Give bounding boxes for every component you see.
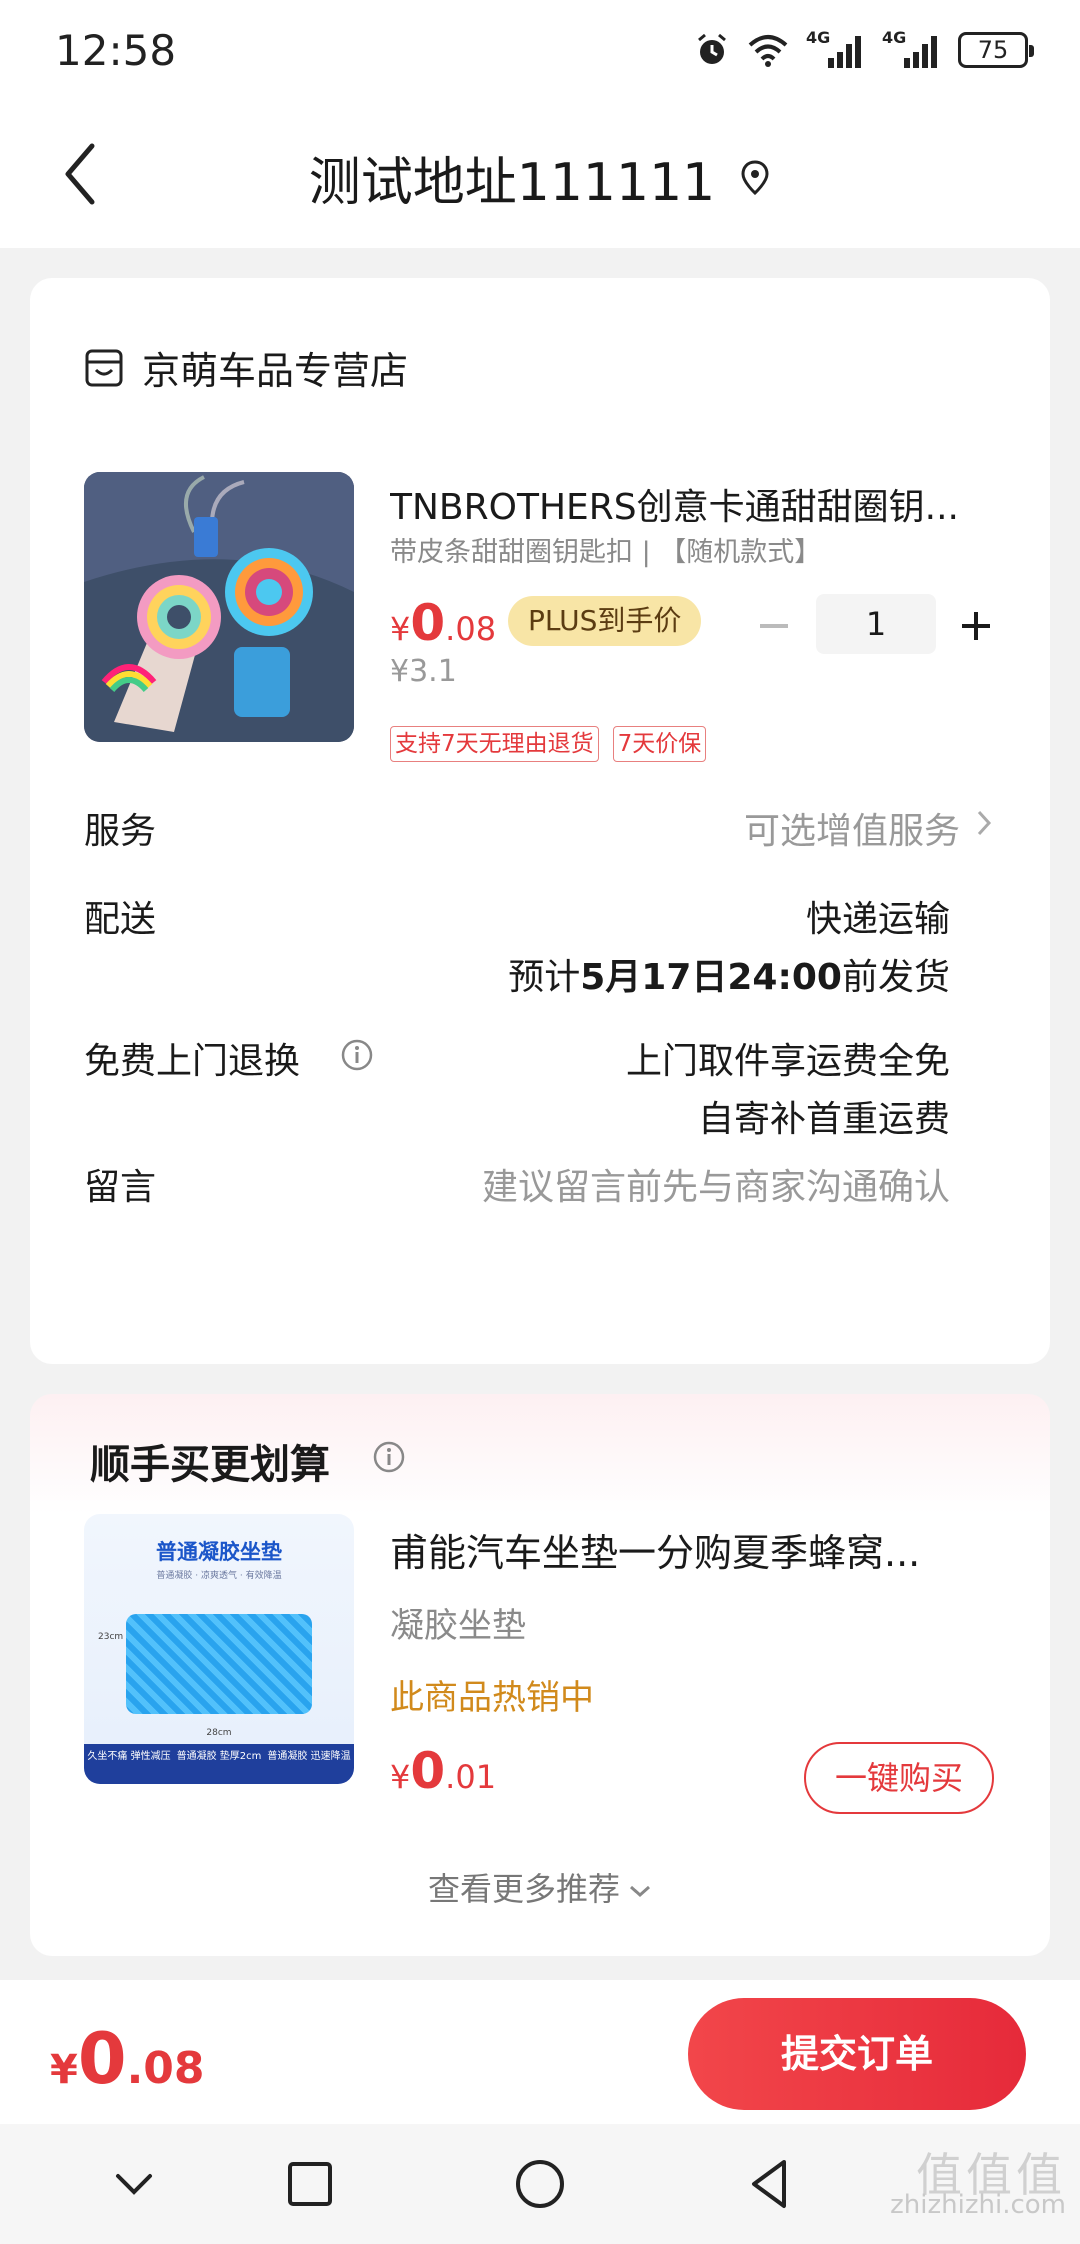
delivery-eta-suffix: 前发货 xyxy=(841,957,950,998)
price-integer: 0 xyxy=(410,1742,446,1800)
delivery-eta-prefix: 预计 xyxy=(508,957,581,998)
signal-2-label: 4G xyxy=(882,28,907,47)
recents-square-icon[interactable] xyxy=(280,2154,340,2214)
total-symbol: ¥ xyxy=(50,2047,78,2093)
product-tags: 支持7天无理由退货 7天价保 xyxy=(390,726,707,762)
watermark-url: zhizhizhi.com xyxy=(890,2190,1066,2220)
recommend-product-spec: 凝胶坐垫 xyxy=(390,1606,526,1646)
delivery-eta: 预计5月17日24:00前发货 xyxy=(508,948,950,1000)
status-icons: 4G 4G 75 xyxy=(694,26,1034,74)
signal-1-label: 4G xyxy=(806,28,831,47)
recommend-product-name[interactable]: 甫能汽车坐垫一分购夏季蜂窝... xyxy=(390,1522,1010,1577)
price-protect-tag: 7天价保 xyxy=(612,726,707,762)
see-more-recommendations-link[interactable]: 查看更多推荐 xyxy=(30,1864,1050,1910)
alarm-icon xyxy=(698,33,726,64)
battery-icon: 75 xyxy=(958,32,1034,68)
donut-keychain-image xyxy=(84,472,354,742)
rec-image-feature: 普通凝胶 垫厚2cm xyxy=(176,1751,262,1762)
service-value[interactable]: 可选增值服务 xyxy=(744,802,960,854)
product-title[interactable]: TNBROTHERS创意卡通甜甜圈钥... xyxy=(390,478,1020,530)
location-pin-icon xyxy=(741,159,769,195)
store-icon xyxy=(85,349,123,386)
rec-image-footer: 久坐不痛 弹性减压 普通凝胶 垫厚2cm 普通凝胶 迅速降温 xyxy=(84,1744,354,1784)
order-card: 京萌车品专营店 TNBROTHERS创意卡通甜甜圈钥... 带皮条甜甜圈钥匙扣 … xyxy=(30,278,1050,1364)
message-input[interactable]: 建议留言前先与商家沟通确认 xyxy=(482,1158,950,1210)
recommend-product-image[interactable]: 普通凝胶坐垫 普通凝胶 · 凉爽透气 · 有效降温 23cm 28cm 久坐不痛… xyxy=(84,1514,354,1784)
rec-image-title: 普通凝胶坐垫 xyxy=(156,1540,282,1564)
delivery-eta-date: 5月17日24:00 xyxy=(580,957,842,998)
total-integer: 0 xyxy=(77,2018,127,2100)
quantity-plus-button[interactable] xyxy=(958,608,994,644)
rec-image-feature: 久坐不痛 弹性减压 xyxy=(87,1751,171,1762)
rec-image-height-label: 23cm xyxy=(98,1632,124,1642)
quantity-input[interactable]: 1 xyxy=(816,594,936,654)
cell-signal-1-icon: 4G xyxy=(806,28,864,70)
store-name: 京萌车品专营店 xyxy=(142,349,409,393)
rec-image-subtitle: 普通凝胶 · 凉爽透气 · 有效降温 xyxy=(156,1571,282,1581)
back-button[interactable] xyxy=(50,138,120,210)
rec-image-feature: 普通凝胶 迅速降温 xyxy=(267,1751,351,1762)
recommend-title: 顺手买更划算 xyxy=(90,1432,330,1490)
price-integer: 0 xyxy=(410,594,446,652)
price-symbol: ¥ xyxy=(390,610,411,648)
free-return-line1: 上门取件享运费全免 xyxy=(625,1041,950,1082)
gel-cushion-image xyxy=(126,1614,312,1714)
plus-price-tag: PLUS到手价 xyxy=(508,596,702,646)
cell-signal-2-icon: 4G xyxy=(882,28,940,70)
product-spec[interactable]: 带皮条甜甜圈钥匙扣 | 【随机款式】 xyxy=(390,530,821,569)
message-label: 留言 xyxy=(84,1167,157,1208)
status-time: 12:58 xyxy=(55,26,177,75)
info-icon[interactable] xyxy=(340,1038,374,1072)
one-click-buy-button[interactable]: 一键购买 xyxy=(804,1742,994,1814)
page-title: 测试地址111111 xyxy=(308,153,716,213)
home-circle-icon[interactable] xyxy=(510,2154,570,2214)
address-selector[interactable]: 测试地址111111 xyxy=(309,140,772,215)
chevron-right-icon[interactable] xyxy=(974,808,994,838)
total-price: ¥ 0 .08 xyxy=(50,2018,205,2100)
back-triangle-icon[interactable] xyxy=(740,2154,800,2214)
recommend-title-text: 顺手买更划算 xyxy=(90,1442,330,1488)
quantity-minus-button[interactable] xyxy=(756,608,792,644)
see-more-label: 查看更多推荐 xyxy=(427,1870,620,1908)
recommend-card: 顺手买更划算 普通凝胶坐垫 普通凝胶 · 凉爽透气 · 有效降温 23cm 28… xyxy=(30,1394,1050,1956)
watermark: 值值值 zhizhizhi.com xyxy=(890,2148,1066,2220)
delivery-method[interactable]: 快递运输 xyxy=(806,890,950,942)
chevron-down-icon[interactable] xyxy=(104,2154,164,2214)
bottom-bar: ¥ 0 .08 提交订单 xyxy=(0,1980,1080,2124)
delivery-label: 配送 xyxy=(84,899,157,940)
original-price: ¥3.1 xyxy=(390,654,457,689)
free-return-line2: 自寄补首重运费 xyxy=(697,1099,950,1140)
store-row[interactable]: 京萌车品专营店 xyxy=(84,340,408,395)
service-label: 服务 xyxy=(84,811,157,852)
recommend-hot-label: 此商品热销中 xyxy=(390,1678,594,1718)
wifi-icon xyxy=(748,35,788,67)
info-icon[interactable] xyxy=(372,1440,406,1474)
price-decimal: .01 xyxy=(445,1758,497,1796)
recommend-price: ¥ 0 .01 xyxy=(390,1742,496,1800)
total-decimal: .08 xyxy=(126,2043,205,2094)
rec-image-width-label: 28cm xyxy=(206,1728,232,1738)
product-price: ¥ 0 .08 xyxy=(390,594,496,652)
return-policy-tag: 支持7天无理由退货 xyxy=(390,726,599,762)
status-bar: 12:58 4G 4G 75 xyxy=(0,0,1080,100)
chevron-down-icon xyxy=(630,1885,650,1898)
price-symbol: ¥ xyxy=(390,1758,411,1796)
nav-bar: 测试地址111111 xyxy=(0,100,1080,248)
submit-order-button[interactable]: 提交订单 xyxy=(688,1998,1026,2110)
watermark-logo-text: 值值值 xyxy=(916,2148,1066,2202)
price-decimal: .08 xyxy=(445,610,497,648)
product-image[interactable] xyxy=(84,472,354,742)
free-return-label: 免费上门退换 xyxy=(84,1041,301,1082)
